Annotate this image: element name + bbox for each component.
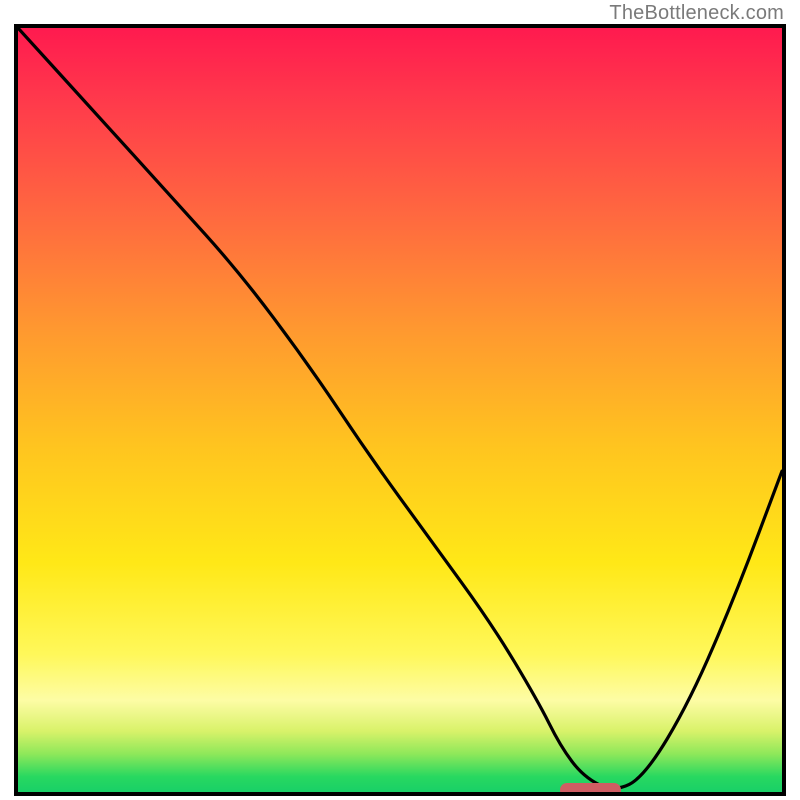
watermark-text: TheBottleneck.com xyxy=(609,2,784,25)
optimal-range-marker xyxy=(560,783,621,796)
chart-frame xyxy=(14,24,786,796)
bottleneck-curve xyxy=(18,28,782,792)
